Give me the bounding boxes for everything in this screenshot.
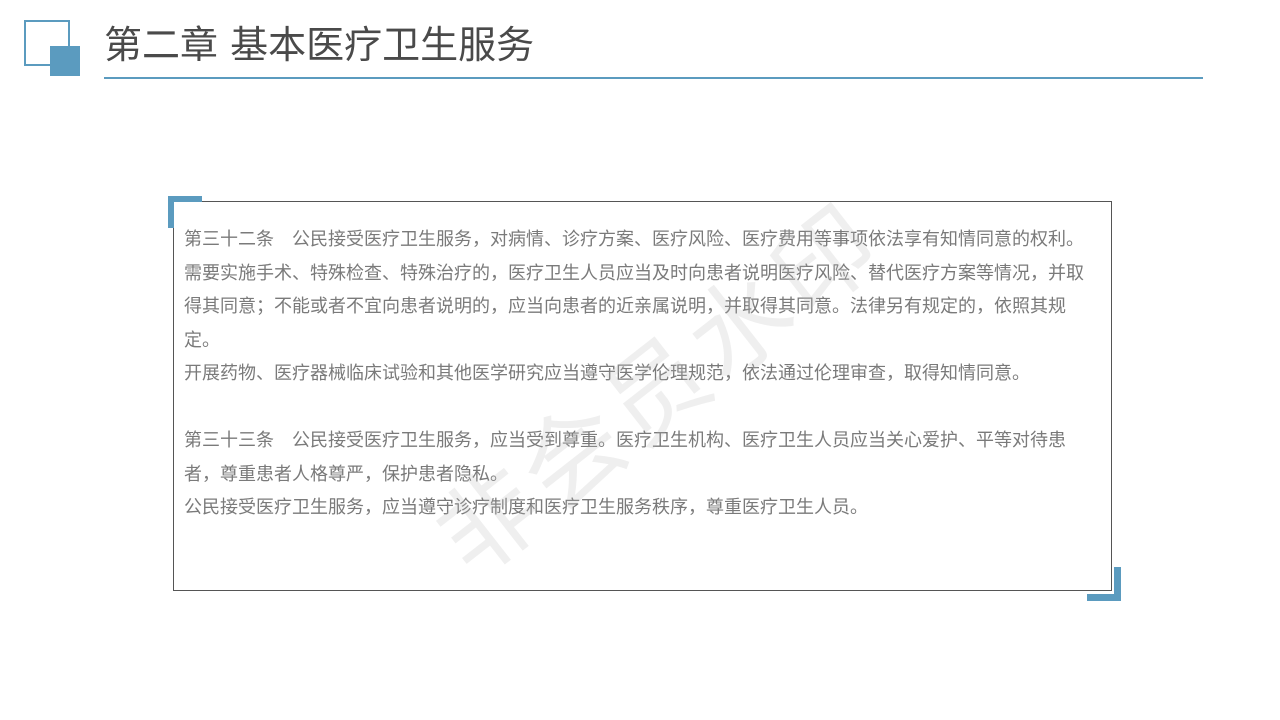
- logo-squares-icon: [24, 20, 80, 76]
- article-33-order-paragraph: 公民接受医疗卫生服务，应当遵守诊疗制度和医疗卫生服务秩序，尊重医疗卫生人员。: [184, 497, 868, 518]
- corner-accent-top-left-vertical: [168, 196, 174, 228]
- corner-accent-bottom-right-vertical: [1114, 567, 1121, 601]
- title-underline: [104, 77, 1203, 79]
- page-title: 第二章 基本医疗卫生服务: [104, 23, 535, 67]
- article-text: 第三十二条 公民接受医疗卫生服务，对病情、诊疗方案、医疗风险、医疗费用等事项依法…: [184, 223, 1094, 525]
- logo-filled-square: [50, 46, 80, 76]
- clinical-trial-paragraph: 开展药物、医疗器械临床试验和其他医学研究应当遵守医学伦理规范，依法通过伦理审查，…: [184, 363, 1030, 384]
- slide: 第二章 基本医疗卫生服务 第三十二条 公民接受医疗卫生服务，对病情、诊疗方案、医…: [0, 0, 1280, 720]
- article-32-paragraph: 第三十二条 公民接受医疗卫生服务，对病情、诊疗方案、医疗风险、医疗费用等事项依法…: [184, 229, 1084, 250]
- article-33-paragraph: 第三十三条 公民接受医疗卫生服务，应当受到尊重。医疗卫生机构、医疗卫生人员应当关…: [184, 430, 1066, 485]
- article-32-consent-paragraph: 需要实施手术、特殊检查、特殊治疗的，医疗卫生人员应当及时向患者说明医疗风险、替代…: [184, 262, 1084, 351]
